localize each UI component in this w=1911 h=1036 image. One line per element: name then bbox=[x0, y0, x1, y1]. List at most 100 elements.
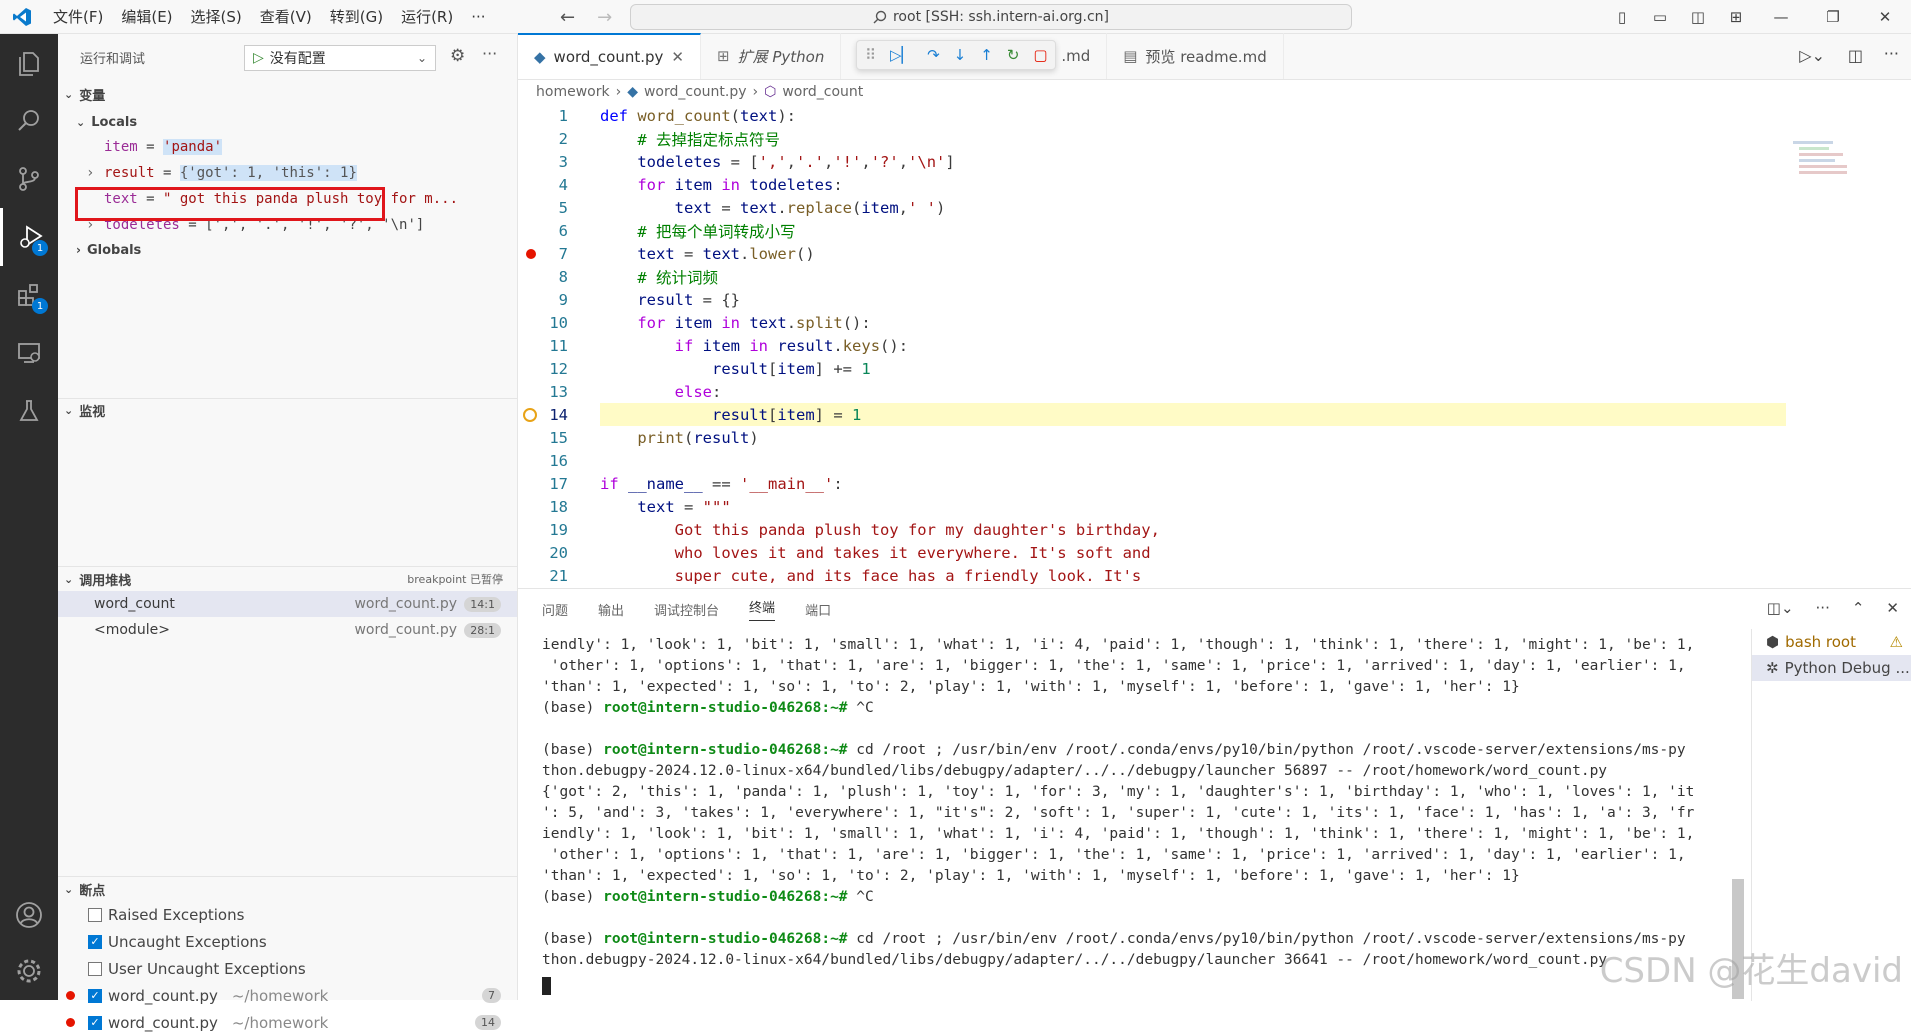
terminal-line: 'other': 1, 'options': 1, 'that': 1, 'ar… bbox=[542, 847, 1686, 863]
terminal-output[interactable]: iendly': 1, 'look': 1, 'bit': 1, 'small'… bbox=[518, 629, 1740, 1001]
restart-icon[interactable]: ↻ bbox=[1007, 46, 1020, 64]
code-line: 18 text = """ bbox=[549, 497, 731, 516]
toggle-panel-icon[interactable]: ▭ bbox=[1641, 8, 1679, 26]
minimap[interactable] bbox=[1793, 138, 1853, 198]
run-file-icon[interactable]: ▷⌄ bbox=[1799, 46, 1825, 65]
close-panel-icon[interactable]: ✕ bbox=[1886, 599, 1899, 617]
chevron-down-icon: ⌄ bbox=[64, 882, 74, 896]
split-editor-icon[interactable]: ◫ bbox=[1848, 46, 1863, 65]
tab-extension-python[interactable]: ⊞ 扩展 Python bbox=[701, 33, 842, 79]
breakpoints-section-title[interactable]: ⌄ 断点 bbox=[58, 877, 517, 901]
callstack-section-title[interactable]: ⌄ 调用堆栈 breakpoint 已暂停 bbox=[58, 567, 517, 591]
menu-view[interactable]: 查看(V) bbox=[251, 0, 321, 34]
remote-explorer-icon[interactable] bbox=[0, 324, 58, 382]
stack-frame[interactable]: <module> word_count.py 28:1 bbox=[58, 617, 517, 643]
breakpoint-line[interactable]: ✓ word_count.py ~/homework 14 bbox=[58, 1009, 517, 1036]
code-line: 4 for item in todeletes: bbox=[558, 175, 843, 194]
menu-file[interactable]: 文件(F) bbox=[44, 0, 112, 34]
customize-layout-icon[interactable]: ⊞ bbox=[1717, 8, 1755, 26]
globals-scope[interactable]: › Globals bbox=[58, 238, 517, 262]
more-actions-icon[interactable]: ··· bbox=[482, 44, 497, 63]
continue-icon[interactable]: ▷▏ bbox=[890, 46, 913, 64]
code-line: 7 text = text.lower() bbox=[518, 242, 1911, 265]
tab-problems[interactable]: 问题 bbox=[542, 600, 568, 619]
close-icon[interactable]: ✕ bbox=[671, 48, 684, 66]
step-into-icon[interactable]: ↓ bbox=[954, 46, 967, 64]
minimize-button[interactable]: — bbox=[1755, 8, 1807, 26]
command-center[interactable]: root [SSH: ssh.intern-ai.org.cn] bbox=[630, 4, 1352, 30]
tab-output[interactable]: 输出 bbox=[598, 600, 624, 619]
toggle-sidebar-icon[interactable]: ▯ bbox=[1603, 8, 1641, 26]
breakpoint-user-uncaught-exceptions[interactable]: User Uncaught Exceptions bbox=[58, 955, 517, 982]
debug-config-select[interactable]: ▷ 没有配置 ⌄ bbox=[244, 45, 436, 71]
drag-handle-icon[interactable]: ⠿ bbox=[865, 46, 876, 64]
bottom-panel: 问题 输出 调试控制台 终端 端口 ◫⌄ ··· ⌃ ✕ iendly': 1,… bbox=[518, 588, 1911, 1001]
testing-flask-icon[interactable] bbox=[0, 382, 58, 440]
checkbox[interactable]: ✓ bbox=[88, 988, 102, 1003]
terminal-prompt-line: (base) root@intern-studio-046268:~# cd /… bbox=[542, 742, 1686, 758]
terminal-line: {'got': 2, 'this': 1, 'panda': 1, 'plush… bbox=[542, 784, 1695, 800]
tab-word-count[interactable]: ◆ word_count.py ✕ bbox=[518, 33, 701, 79]
terminal-line: 'than': 1, 'expected': 1, 'so': 1, 'to':… bbox=[542, 868, 1520, 884]
variable-result[interactable]: › result = {'got': 1, 'this': 1} bbox=[58, 160, 517, 186]
tab-terminal[interactable]: 终端 bbox=[749, 597, 776, 621]
accounts-icon[interactable] bbox=[0, 886, 58, 944]
step-over-icon[interactable]: ↷ bbox=[927, 46, 940, 64]
maximize-panel-icon[interactable]: ⌃ bbox=[1852, 599, 1865, 617]
more-actions-icon[interactable]: ··· bbox=[1816, 599, 1830, 617]
chevron-down-icon: ⌄ bbox=[76, 115, 86, 129]
toggle-secondary-sidebar-icon[interactable]: ◫ bbox=[1679, 8, 1717, 26]
start-debug-icon[interactable]: ▷ bbox=[253, 50, 264, 66]
explorer-icon[interactable] bbox=[0, 34, 58, 92]
tab-preview-readme[interactable]: ▤ 预览 readme.md bbox=[1107, 33, 1284, 79]
menu-run[interactable]: 运行(R) bbox=[392, 0, 462, 34]
menu-go[interactable]: 转到(G) bbox=[321, 0, 392, 34]
code-line: 8 # 统计词频 bbox=[558, 267, 718, 287]
checkbox[interactable] bbox=[88, 961, 102, 976]
source-control-icon[interactable] bbox=[0, 150, 58, 208]
extensions-icon[interactable]: 1 bbox=[0, 266, 58, 324]
breakpoint-uncaught-exceptions[interactable]: ✓ Uncaught Exceptions bbox=[58, 928, 517, 955]
locals-scope[interactable]: ⌄ Locals bbox=[58, 110, 517, 134]
step-out-icon[interactable]: ↑ bbox=[980, 46, 993, 64]
variable-item[interactable]: item = 'panda' bbox=[58, 134, 517, 160]
watch-section-title[interactable]: ⌄ 监视 bbox=[58, 398, 517, 422]
checkbox[interactable] bbox=[88, 907, 102, 922]
extension-icon: ⊞ bbox=[716, 47, 730, 65]
back-arrow-icon[interactable]: ← bbox=[560, 7, 575, 28]
menu-selection[interactable]: 选择(S) bbox=[182, 0, 251, 34]
run-debug-icon[interactable]: 1 bbox=[0, 208, 58, 266]
checkbox[interactable]: ✓ bbox=[88, 934, 102, 949]
restore-button[interactable]: ❐ bbox=[1807, 8, 1859, 26]
split-terminal-icon[interactable]: ◫⌄ bbox=[1767, 599, 1794, 617]
breakpoint-line[interactable]: ✓ word_count.py ~/homework 7 bbox=[58, 982, 517, 1009]
current-line: 14 result[item] = 1 bbox=[518, 403, 1911, 426]
stop-icon[interactable]: ▢ bbox=[1033, 46, 1047, 64]
preview-icon: ▤ bbox=[1123, 47, 1138, 65]
terminal-line: iendly': 1, 'look': 1, 'bit': 1, 'small'… bbox=[542, 637, 1695, 653]
code-line: 5 text = text.replace(item,' ') bbox=[558, 198, 946, 217]
terminal-item-python-debug[interactable]: ✲ Python Debug ... bbox=[1752, 655, 1911, 681]
breakpoint-raised-exceptions[interactable]: Raised Exceptions bbox=[58, 901, 517, 928]
tab-ports[interactable]: 端口 bbox=[805, 600, 831, 619]
chevron-right-icon: › bbox=[86, 165, 95, 181]
breakpoint-dot-icon[interactable] bbox=[526, 248, 536, 259]
chevron-right-icon: › bbox=[752, 84, 759, 100]
terminal-item-bash[interactable]: ⬢ bash root ⚠ bbox=[1752, 629, 1911, 655]
more-actions-icon[interactable]: ··· bbox=[1884, 44, 1899, 63]
search-view-icon[interactable] bbox=[0, 92, 58, 150]
stack-frame[interactable]: word_count word_count.py 14:1 bbox=[58, 591, 517, 617]
menu-more[interactable]: ··· bbox=[462, 0, 494, 34]
variables-section-title[interactable]: ⌄ 变量 bbox=[58, 82, 517, 106]
menu-edit[interactable]: 编辑(E) bbox=[112, 0, 181, 34]
python-file-icon: ◆ bbox=[534, 48, 546, 66]
close-window-button[interactable]: ✕ bbox=[1859, 8, 1911, 26]
debug-settings-gear-icon[interactable]: ⚙ bbox=[450, 46, 465, 66]
forward-arrow-icon[interactable]: → bbox=[597, 7, 612, 28]
manage-gear-icon[interactable] bbox=[0, 942, 58, 1000]
code-view[interactable]: 1 def word_count(text): 2 # 去掉指定标点符号 3 to… bbox=[518, 104, 1911, 588]
tab-debug-console[interactable]: 调试控制台 bbox=[654, 600, 719, 619]
editor-tabs: ◆ word_count.py ✕ ⊞ 扩展 Python .md ▤ 预览 r… bbox=[518, 33, 1911, 80]
checkbox[interactable]: ✓ bbox=[88, 1015, 102, 1030]
code-line: 2 # 去掉指定标点符号 bbox=[558, 129, 780, 149]
